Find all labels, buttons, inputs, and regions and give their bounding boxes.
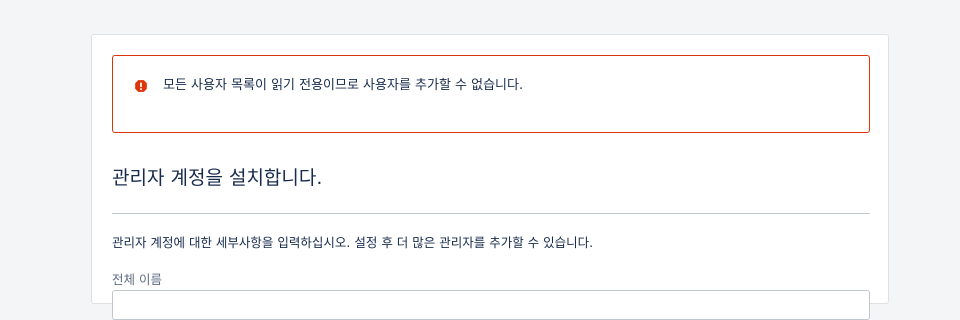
error-alert: 모든 사용자 목록이 읽기 전용이므로 사용자를 추가할 수 없습니다.: [112, 55, 870, 133]
setup-card: 모든 사용자 목록이 읽기 전용이므로 사용자를 추가할 수 없습니다. 관리자…: [91, 34, 889, 320]
full-name-label: 전체 이름: [112, 272, 162, 287]
page-title: 관리자 계정을 설치합니다.: [112, 167, 323, 189]
full-name-input[interactable]: [112, 290, 870, 320]
alert-message: 모든 사용자 목록이 읽기 전용이므로 사용자를 추가할 수 없습니다.: [163, 78, 524, 93]
form-description: 관리자 계정에 대한 세부사항을 입력하십시오. 설정 후 더 많은 관리자를 …: [112, 235, 594, 250]
divider: [112, 213, 870, 214]
error-icon: [135, 80, 147, 92]
